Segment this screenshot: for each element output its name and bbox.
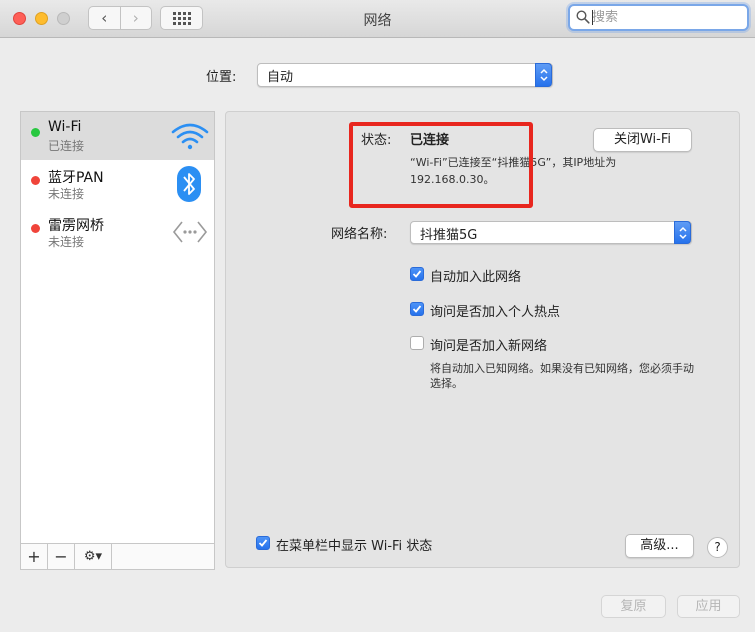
remove-service-button[interactable]: − bbox=[48, 544, 75, 569]
bluetooth-icon bbox=[177, 166, 201, 202]
action-menu-button[interactable]: ⚙▾ bbox=[75, 544, 112, 569]
popup-arrows-icon bbox=[674, 221, 691, 244]
advanced-button[interactable]: 高级... bbox=[625, 534, 694, 558]
service-list-toolbar: + − ⚙▾ bbox=[20, 543, 215, 570]
apply-button[interactable]: 应用 bbox=[677, 595, 740, 618]
ask-new-network-checkbox[interactable] bbox=[410, 336, 424, 350]
checkmark-icon bbox=[412, 270, 422, 278]
service-item-wifi[interactable]: Wi-Fi 已连接 bbox=[21, 112, 214, 160]
service-list: Wi-Fi 已连接 蓝牙PAN 未连接 雷雳网桥 未连接 bbox=[20, 111, 215, 570]
network-name-value: 抖推猫5G bbox=[420, 228, 478, 243]
search-field[interactable] bbox=[568, 4, 749, 31]
show-menubar-checkbox[interactable] bbox=[256, 536, 270, 550]
service-name: 蓝牙PAN bbox=[48, 170, 104, 186]
show-menubar-label: 在菜单栏中显示 Wi-Fi 状态 bbox=[276, 539, 433, 554]
status-dot bbox=[31, 176, 40, 185]
search-icon bbox=[576, 10, 590, 24]
location-popup[interactable]: 自动 bbox=[257, 63, 553, 87]
checkmark-icon bbox=[258, 539, 268, 547]
location-label: 位置: bbox=[206, 70, 237, 85]
search-input[interactable] bbox=[592, 7, 742, 28]
ask-new-network-label: 询问是否加入新网络 bbox=[430, 339, 548, 354]
annotation-highlight-box bbox=[349, 122, 533, 208]
service-name: Wi-Fi bbox=[48, 119, 82, 135]
add-service-button[interactable]: + bbox=[21, 544, 48, 569]
auto-join-checkbox[interactable] bbox=[410, 267, 424, 281]
thunderbolt-bridge-icon bbox=[172, 221, 208, 243]
text-cursor bbox=[592, 10, 593, 25]
ask-new-network-note: 将自动加入已知网络。如果没有已知网络，您必须手动选择。 bbox=[430, 362, 694, 390]
service-status: 已连接 bbox=[48, 139, 85, 153]
revert-button[interactable]: 复原 bbox=[601, 595, 666, 618]
service-item-thunderbolt-bridge[interactable]: 雷雳网桥 未连接 bbox=[21, 208, 214, 256]
location-value: 自动 bbox=[267, 70, 294, 85]
status-dot bbox=[31, 128, 40, 137]
auto-join-label: 自动加入此网络 bbox=[430, 270, 522, 285]
service-status: 未连接 bbox=[48, 187, 85, 201]
popup-arrows-icon bbox=[535, 63, 552, 87]
title-bar: ‹ › 网络 bbox=[0, 0, 755, 38]
service-name: 雷雳网桥 bbox=[48, 218, 104, 234]
service-status: 未连接 bbox=[48, 235, 85, 249]
ask-hotspot-label: 询问是否加入个人热点 bbox=[430, 305, 561, 320]
status-dot bbox=[31, 224, 40, 233]
network-name-label: 网络名称: bbox=[331, 227, 388, 242]
help-button[interactable]: ? bbox=[707, 537, 728, 558]
turn-off-wifi-button[interactable]: 关闭Wi-Fi bbox=[593, 128, 692, 152]
ask-hotspot-checkbox[interactable] bbox=[410, 302, 424, 316]
network-name-popup[interactable]: 抖推猫5G bbox=[410, 221, 692, 244]
service-item-bluetooth-pan[interactable]: 蓝牙PAN 未连接 bbox=[21, 160, 214, 208]
checkmark-icon bbox=[412, 305, 422, 313]
wifi-icon bbox=[171, 123, 209, 150]
